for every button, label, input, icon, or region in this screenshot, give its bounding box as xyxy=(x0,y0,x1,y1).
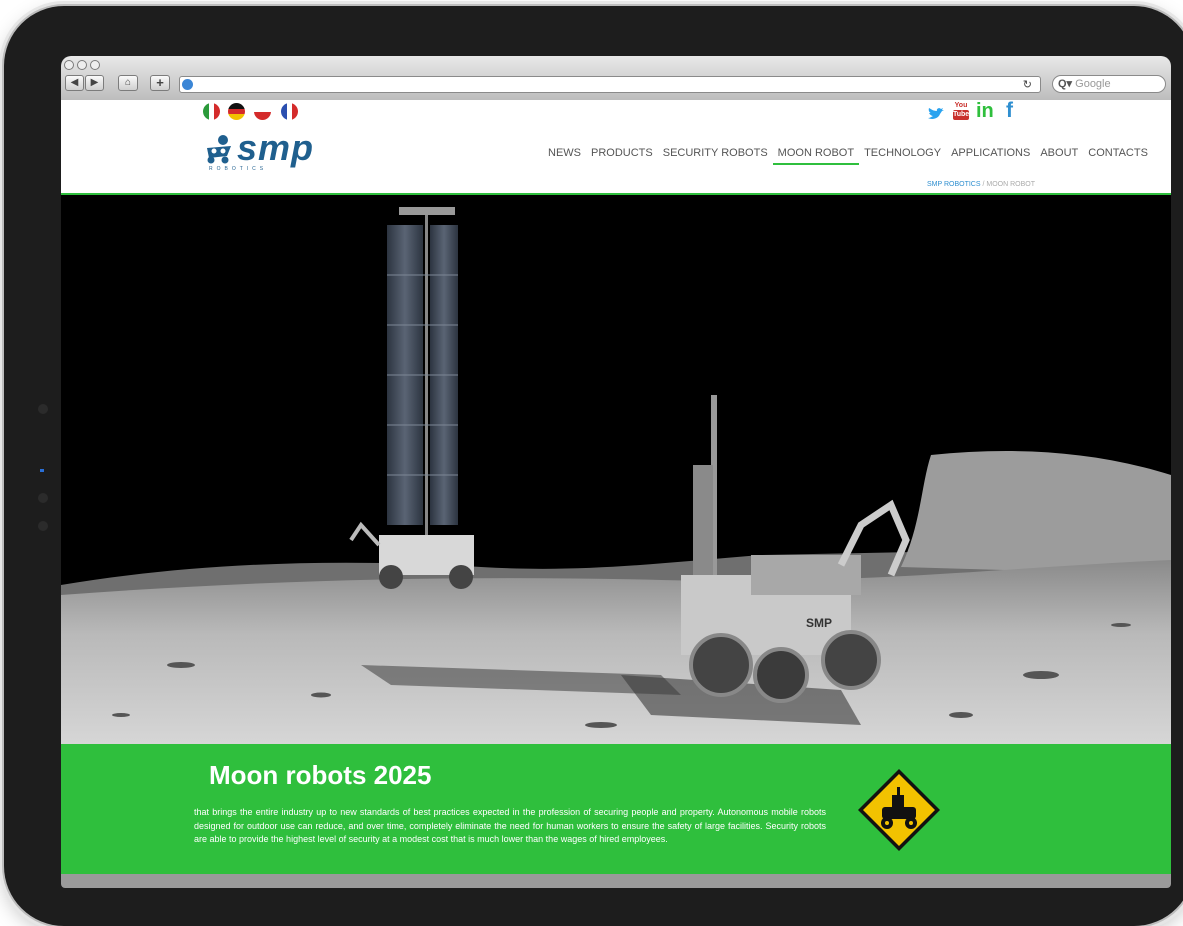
tablet-side-button xyxy=(38,404,48,414)
german-flag-icon[interactable] xyxy=(228,103,245,120)
robot-warning-sign-icon xyxy=(858,769,940,851)
menu-security-robots[interactable]: SECURITY ROBOTS xyxy=(658,146,773,165)
tablet-frame: ◀ ▶ ⌂ + ↻ Q▾ Google smp ROBOTICS You Tub… xyxy=(4,6,1183,926)
browser-toolbar: ◀ ▶ ⌂ + ↻ Q▾ Google xyxy=(61,56,1171,101)
section-description: that brings the entire industry up to ne… xyxy=(194,807,826,845)
search-placeholder: Google xyxy=(1075,78,1111,90)
french-flag-icon[interactable] xyxy=(281,103,298,120)
home-button[interactable]: ⌂ xyxy=(118,75,138,91)
menu-technology[interactable]: TECHNOLOGY xyxy=(859,146,946,165)
reload-icon[interactable]: ↻ xyxy=(1023,78,1032,91)
moon-robots-illustration: SMP xyxy=(61,195,1171,744)
globe-icon xyxy=(182,79,193,90)
feature-band: Moon robots 2025 that brings the entire … xyxy=(61,744,1171,874)
search-icon: Q▾ xyxy=(1058,78,1073,90)
menu-contacts[interactable]: CONTACTS xyxy=(1083,146,1153,165)
browser-status-bar xyxy=(61,874,1171,888)
tablet-side-button xyxy=(38,521,48,531)
svg-text:SMP: SMP xyxy=(806,616,832,630)
linkedin-icon[interactable]: in xyxy=(976,100,994,122)
minimize-window-button[interactable] xyxy=(77,60,87,70)
polish-flag-icon[interactable] xyxy=(254,103,271,120)
logo-text[interactable]: smp xyxy=(237,128,314,168)
breadcrumb-current: MOON ROBOT xyxy=(986,181,1035,188)
breadcrumb-home-link[interactable]: SMP ROBOTICS xyxy=(927,181,981,188)
menu-moon-robot[interactable]: MOON ROBOT xyxy=(772,146,860,165)
menu-news[interactable]: NEWS xyxy=(543,146,586,165)
twitter-icon[interactable] xyxy=(928,108,944,121)
menu-applications[interactable]: APPLICATIONS xyxy=(946,146,1035,165)
close-window-button[interactable] xyxy=(64,60,74,70)
robot-logo-icon[interactable] xyxy=(201,134,237,164)
search-input[interactable]: Q▾ Google xyxy=(1052,75,1166,93)
italian-flag-icon[interactable] xyxy=(203,103,220,120)
screen: ◀ ▶ ⌂ + ↻ Q▾ Google smp ROBOTICS You Tub… xyxy=(61,56,1171,888)
youtube-icon[interactable]: You Tube xyxy=(953,102,969,122)
main-menu: NEWS PRODUCTS SECURITY ROBOTS MOON ROBOT… xyxy=(543,146,1153,165)
facebook-icon[interactable]: f xyxy=(1006,100,1013,122)
zoom-window-button[interactable] xyxy=(90,60,100,70)
logo-subtext: ROBOTICS xyxy=(209,166,268,172)
forward-button[interactable]: ▶ xyxy=(85,75,104,91)
back-button[interactable]: ◀ xyxy=(65,75,84,91)
tablet-side-button xyxy=(38,493,48,503)
address-bar[interactable]: ↻ xyxy=(179,76,1041,93)
breadcrumb: SMP ROBOTICS / MOON ROBOT xyxy=(927,181,1035,188)
hero-image: SMP xyxy=(61,195,1171,744)
section-title: Moon robots 2025 xyxy=(209,760,432,790)
site-header: smp ROBOTICS You Tube in f NEWS PRODUCTS… xyxy=(61,100,1171,195)
add-bookmark-button[interactable]: + xyxy=(150,75,170,91)
tablet-indicator-light xyxy=(40,469,44,472)
menu-about[interactable]: ABOUT xyxy=(1035,146,1083,165)
menu-products[interactable]: PRODUCTS xyxy=(586,146,658,165)
